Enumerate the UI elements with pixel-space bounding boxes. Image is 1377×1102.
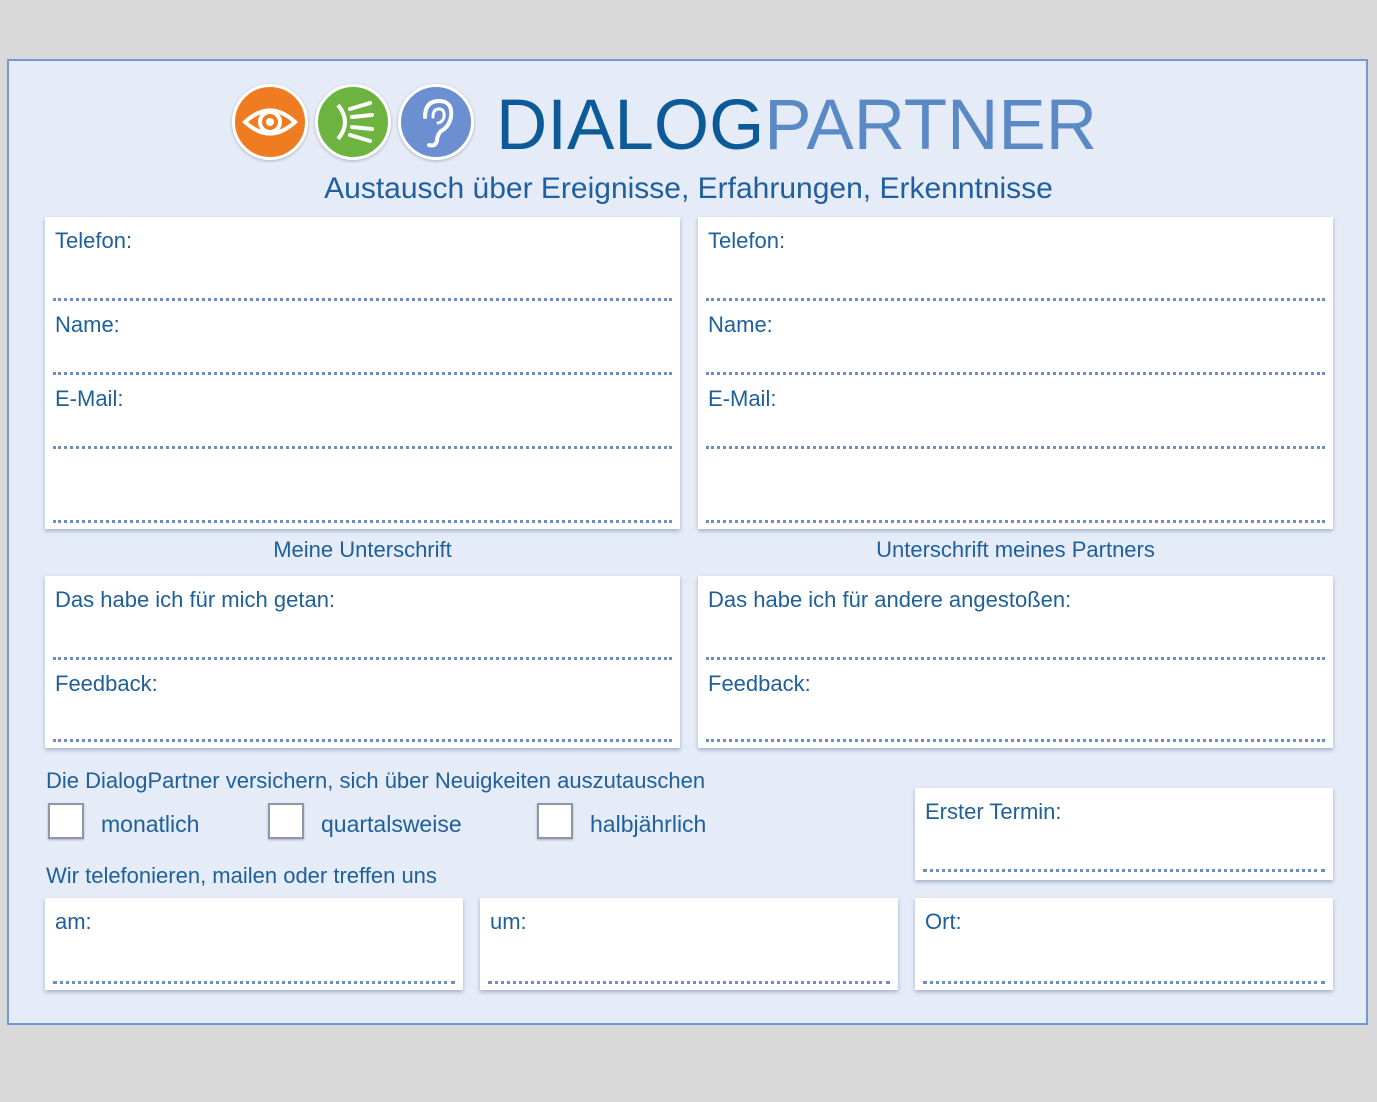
brand-name-part2: PARTNER [764,86,1098,165]
checkbox-quartalsweise-label: quartalsweise [321,811,462,837]
am-label: am: [55,909,92,934]
left-done-field[interactable]: Das habe ich für mich getan: [45,576,680,660]
am-field[interactable]: am: [45,898,463,984]
right-notes-box: Das habe ich für andere angestoßen: Feed… [698,576,1333,748]
am-line [53,981,455,984]
um-line [488,981,890,984]
first-meeting-box: Erster Termin: [915,788,1333,880]
left-feedback-line [53,739,672,742]
right-email-field[interactable]: E-Mail: [698,375,1333,449]
right-contact-box: Telefon: Name: E-Mail: [698,217,1333,529]
agreement-text: Die DialogPartner versichern, sich über … [46,768,706,793]
right-signature-field[interactable] [698,449,1333,523]
right-name-field[interactable]: Name: [698,301,1333,375]
ort-field[interactable]: Ort: [915,898,1333,984]
left-telefon-field[interactable]: Telefon: [45,217,680,301]
checkbox-quartalsweise[interactable] [268,803,304,839]
right-telefon-label: Telefon: [708,228,786,253]
ear-icon [398,84,474,160]
first-meeting-label: Erster Termin: [925,799,1062,824]
checkbox-halbjaehrlich-label: halbjährlich [590,811,707,837]
right-feedback-label: Feedback: [708,671,811,696]
left-signature-caption: Meine Unterschrift [273,537,452,562]
left-signature-line [53,520,672,523]
ort-box: Ort: [915,898,1333,990]
left-feedback-label: Feedback: [55,671,158,696]
brand-name: DIALOGPARTNER [496,88,1097,164]
am-box: am: [45,898,463,990]
left-contact-box: Telefon: Name: E-Mail: [45,217,680,529]
right-telefon-field[interactable]: Telefon: [698,217,1333,301]
right-email-label: E-Mail: [708,386,777,411]
right-done-label: Das habe ich für andere angestoßen: [708,587,1072,612]
left-feedback-field[interactable]: Feedback: [45,660,680,742]
right-feedback-line [706,739,1325,742]
meeting-text: Wir telefonieren, mailen oder treffen un… [46,863,437,888]
left-name-field[interactable]: Name: [45,301,680,375]
left-email-label: E-Mail: [55,386,124,411]
tagline: Austausch über Ereignisse, Erfahrungen, … [324,172,1053,205]
left-done-label: Das habe ich für mich getan: [55,587,336,612]
first-meeting-field[interactable]: Erster Termin: [915,788,1333,872]
left-notes-box: Das habe ich für mich getan: Feedback: [45,576,680,748]
ort-label: Ort: [925,909,962,934]
um-label: um: [490,909,527,934]
left-signature-field[interactable] [45,449,680,523]
um-box: um: [480,898,898,990]
um-field[interactable]: um: [480,898,898,984]
right-signature-caption: Unterschrift meines Partners [876,537,1155,562]
left-email-field[interactable]: E-Mail: [45,375,680,449]
brand-name-part1: DIALOG [496,86,765,165]
right-signature-line [706,520,1325,523]
eye-icon [232,84,308,160]
left-telefon-label: Telefon: [55,228,133,253]
speech-icon [315,84,391,160]
ort-line [923,981,1325,984]
right-feedback-field[interactable]: Feedback: [698,660,1333,742]
checkbox-monatlich-label: monatlich [101,811,200,837]
right-name-label: Name: [708,312,773,337]
checkbox-monatlich[interactable] [48,803,84,839]
right-done-field[interactable]: Das habe ich für andere angestoßen: [698,576,1333,660]
first-meeting-line [923,869,1325,872]
checkbox-halbjaehrlich[interactable] [537,803,573,839]
left-name-label: Name: [55,312,120,337]
